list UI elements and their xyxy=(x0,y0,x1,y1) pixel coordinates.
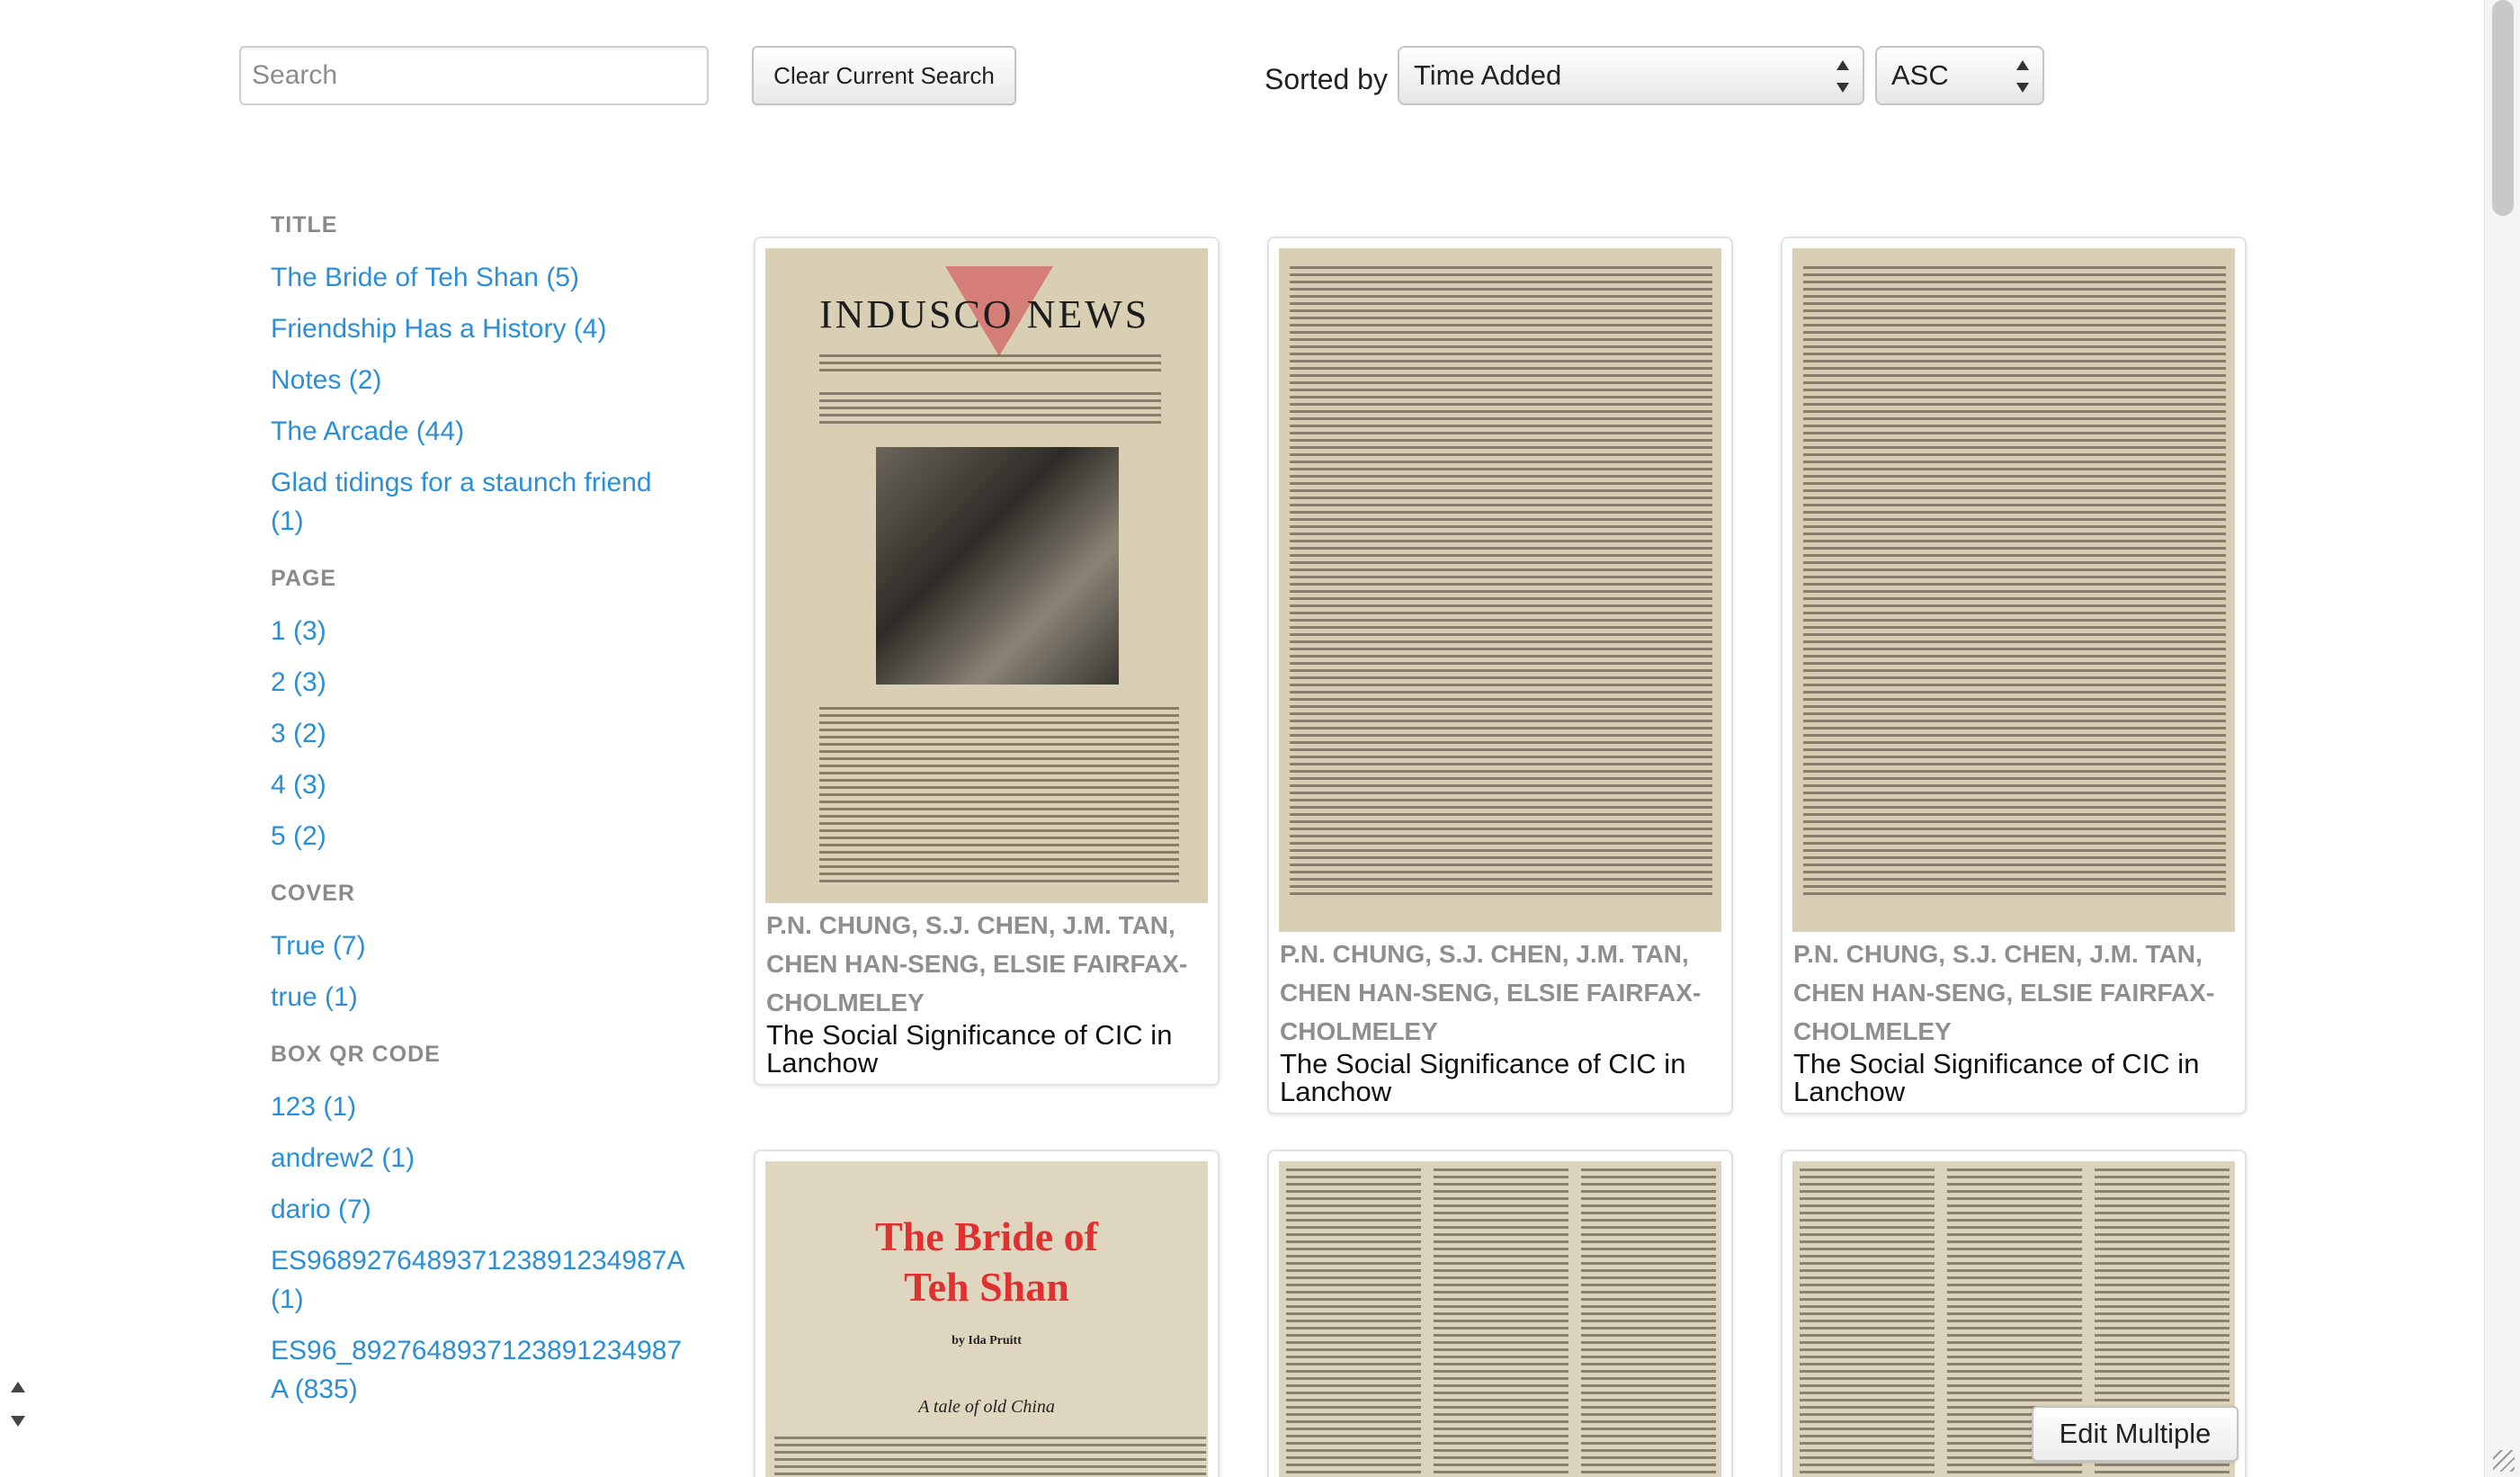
card-authors: P.N. CHUNG, S.J. CHEN, J.M. TAN, CHEN HA… xyxy=(1280,940,1702,1045)
newspaper-page-image: INDUSCO NEWS xyxy=(765,248,1208,903)
card-authors: P.N. CHUNG, S.J. CHEN, J.M. TAN, CHEN HA… xyxy=(766,911,1188,1016)
facet-item[interactable]: 4 (3) xyxy=(271,765,720,804)
facet-list-cover: True (7) true (1) xyxy=(271,926,720,1016)
facet-heading-box-qr-code: BOX QR CODE xyxy=(271,1042,441,1067)
facet-heading-title: TITLE xyxy=(271,212,338,237)
search-input[interactable] xyxy=(239,46,709,105)
sort-order-value: ASC xyxy=(1891,59,1949,91)
cover-title: The Bride of Teh Shan xyxy=(875,1213,1098,1310)
cover-subtitle: A tale of old China xyxy=(918,1397,1055,1417)
facet-heading-cover: COVER xyxy=(271,881,355,906)
facet-sidebar: TITLE The Bride of Teh Shan (5) Friendsh… xyxy=(271,212,720,1434)
facet-list-title: The Bride of Teh Shan (5) Friendship Has… xyxy=(271,258,720,541)
facet-item[interactable]: 5 (2) xyxy=(271,817,720,855)
select-arrows-icon xyxy=(1836,60,1850,93)
facet-item[interactable]: 1 (3) xyxy=(271,612,720,650)
book-cover-image: The Bride of Teh Shan by Ida Pruitt A ta… xyxy=(765,1161,1208,1477)
newspaper-photo xyxy=(876,447,1119,685)
cover-author: by Ida Pruitt xyxy=(952,1334,1022,1347)
facet-item[interactable]: dario (7) xyxy=(271,1190,720,1229)
result-card[interactable]: The Bride of Teh Shan by Ida Pruitt A ta… xyxy=(754,1150,1220,1477)
facet-item[interactable]: true (1) xyxy=(271,978,720,1016)
facet-item[interactable]: True (7) xyxy=(271,926,720,965)
card-title[interactable]: The Social Significance of CIC in Lancho… xyxy=(766,1021,1209,1077)
card-thumbnail: The Bride of Teh Shan by Ida Pruitt A ta… xyxy=(765,1161,1208,1477)
sort-field-select[interactable]: Time Added xyxy=(1398,46,1864,105)
edit-multiple-button[interactable]: Edit Multiple xyxy=(2032,1406,2239,1462)
body-text-lines xyxy=(774,1437,1206,1477)
sorted-by-label: Sorted by xyxy=(1264,63,1388,95)
page-scrollbar[interactable] xyxy=(2484,0,2520,1477)
body-text-lines xyxy=(1803,266,2226,896)
facet-item[interactable]: The Bride of Teh Shan (5) xyxy=(271,258,720,297)
card-authors: P.N. CHUNG, S.J. CHEN, J.M. TAN, CHEN HA… xyxy=(1793,940,2215,1045)
newspaper-page-image xyxy=(1792,248,2235,932)
result-card[interactable] xyxy=(1267,1150,1733,1477)
column-text-lines xyxy=(1800,1168,1935,1477)
facet-item[interactable]: andrew2 (1) xyxy=(271,1139,720,1177)
sort-field-value: Time Added xyxy=(1414,59,1562,91)
scroll-up-arrow-icon[interactable] xyxy=(11,1382,25,1392)
facet-item[interactable]: The Arcade (44) xyxy=(271,412,720,451)
header-text-lines xyxy=(819,354,1161,374)
header-text-lines xyxy=(819,392,1161,428)
newspaper-masthead: INDUSCO NEWS xyxy=(819,292,1150,336)
facet-item[interactable]: Friendship Has a History (4) xyxy=(271,309,720,348)
column-text-lines xyxy=(1581,1168,1716,1477)
card-thumbnail xyxy=(1279,248,1721,932)
scrollbar-thumb[interactable] xyxy=(2492,0,2514,216)
body-text-lines xyxy=(1290,266,1712,896)
facet-item[interactable]: Glad tidings for a staunch friend (1) xyxy=(271,463,684,541)
sort-order-select[interactable]: ASC xyxy=(1875,46,2044,105)
facet-item[interactable]: 3 (2) xyxy=(271,714,720,753)
card-title[interactable]: The Social Significance of CIC in Lancho… xyxy=(1280,1050,1722,1106)
facet-item[interactable]: 2 (3) xyxy=(271,663,720,702)
facet-list-page: 1 (3) 2 (3) 3 (2) 4 (3) 5 (2) xyxy=(271,612,720,855)
result-card[interactable]: P.N. CHUNG, S.J. CHEN, J.M. TAN, CHEN HA… xyxy=(1781,237,2247,1114)
result-card[interactable]: INDUSCO NEWS P.N. CHUNG, S.J. CHEN, J.M.… xyxy=(754,237,1220,1086)
facet-item[interactable]: ES9689276489371238912349​87A (1) xyxy=(271,1241,693,1319)
result-card[interactable]: P.N. CHUNG, S.J. CHEN, J.M. TAN, CHEN HA… xyxy=(1267,237,1733,1114)
select-arrows-icon xyxy=(2015,60,2030,93)
card-thumbnail xyxy=(1279,1161,1721,1477)
facet-heading-page: PAGE xyxy=(271,566,336,591)
facet-item[interactable]: ES96_8927648937123891234987A (835) xyxy=(271,1331,693,1409)
clear-search-button[interactable]: Clear Current Search xyxy=(752,46,1016,105)
facet-item[interactable]: 123 (1) xyxy=(271,1088,720,1126)
newspaper-page-image xyxy=(1279,1161,1721,1477)
facet-list-box-qr-code: 123 (1) andrew2 (1) dario (7) ES96892764… xyxy=(271,1088,720,1409)
card-thumbnail: INDUSCO NEWS xyxy=(765,248,1208,903)
column-text-lines xyxy=(1286,1168,1421,1477)
column-text-lines xyxy=(1434,1168,1568,1477)
facet-item[interactable]: Notes (2) xyxy=(271,361,720,399)
body-text-lines xyxy=(819,707,1179,887)
newspaper-page-image xyxy=(1279,248,1721,932)
card-title[interactable]: The Social Significance of CIC in Lancho… xyxy=(1793,1050,2236,1106)
scroll-down-arrow-icon[interactable] xyxy=(11,1416,25,1427)
card-thumbnail xyxy=(1792,248,2235,932)
resize-grip-icon[interactable] xyxy=(2493,1450,2515,1472)
